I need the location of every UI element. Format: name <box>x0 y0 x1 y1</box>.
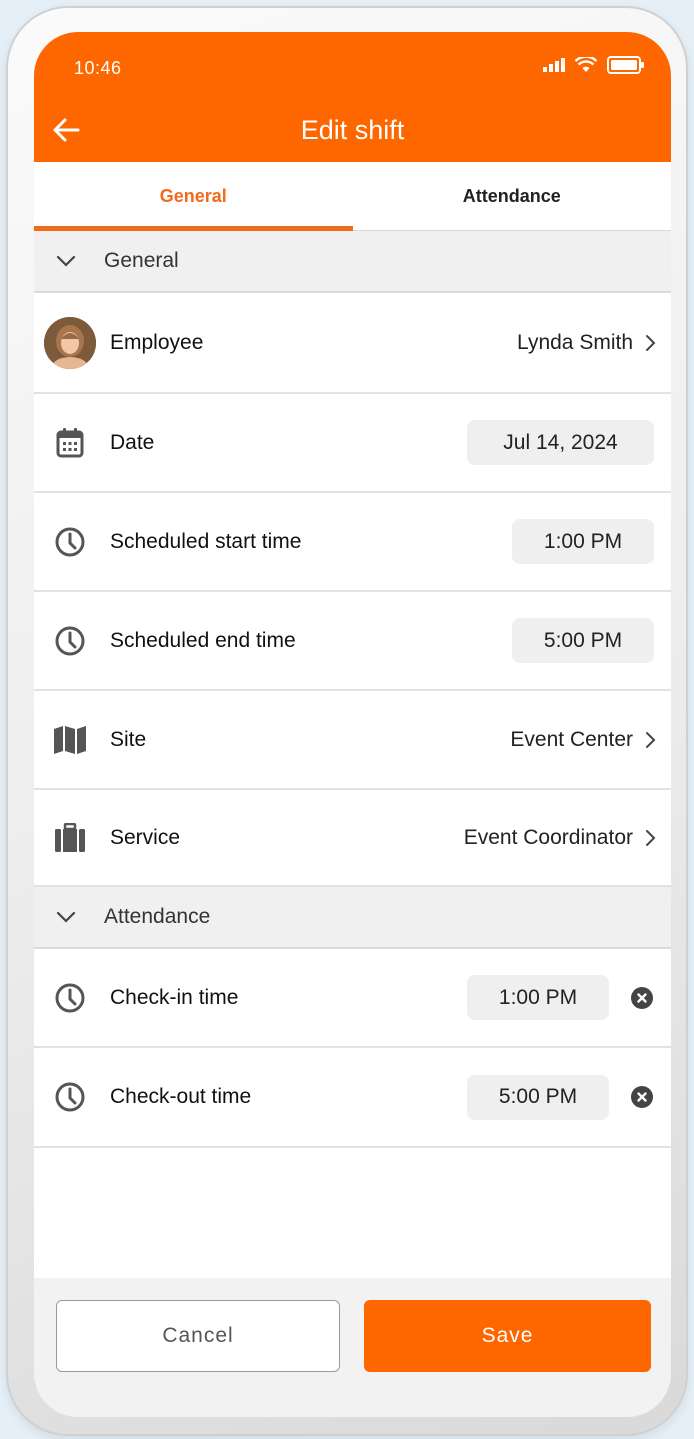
employee-value: Lynda Smith <box>517 330 633 354</box>
end-time-picker[interactable]: 5:00 PM <box>512 618 654 663</box>
footer-actions: Cancel Save <box>34 1278 671 1417</box>
section-attendance-label: Attendance <box>104 905 211 928</box>
clock-icon <box>52 980 88 1016</box>
service-row[interactable]: Service Event Coordinator <box>34 790 671 887</box>
briefcase-icon <box>52 820 88 856</box>
employee-label: Employee <box>110 330 204 354</box>
map-icon <box>52 722 88 758</box>
site-value: Event Center <box>510 727 633 751</box>
content-spacer <box>34 1148 671 1279</box>
end-time-row: Scheduled end time 5:00 PM <box>34 592 671 691</box>
employee-row[interactable]: Employee Lynda Smith <box>34 293 671 394</box>
cancel-button[interactable]: Cancel <box>56 1300 340 1372</box>
chevron-down-icon <box>56 910 76 924</box>
tab-general[interactable]: General <box>34 162 353 231</box>
close-circle-icon[interactable] <box>631 986 653 1009</box>
status-time: 10:46 <box>74 58 122 78</box>
close-circle-icon[interactable] <box>631 1086 653 1108</box>
app-screen: 10:46 Edit shift General Attendance Gene… <box>34 32 671 1417</box>
save-button[interactable]: Save <box>364 1300 651 1372</box>
checkout-label: Check-out time <box>110 1085 252 1108</box>
tab-bar: General Attendance <box>34 162 671 231</box>
signal-icon <box>543 58 565 77</box>
chevron-right-icon <box>645 334 657 352</box>
site-label: Site <box>110 727 147 751</box>
wifi-icon <box>574 55 598 78</box>
start-time-picker[interactable]: 1:00 PM <box>512 519 654 564</box>
chevron-right-icon <box>645 829 657 847</box>
tab-attendance[interactable]: Attendance <box>353 162 672 230</box>
chevron-right-icon <box>645 731 657 749</box>
checkin-row: Check-in time 1:00 PM <box>34 949 671 1048</box>
section-attendance-header[interactable]: Attendance <box>34 887 671 949</box>
status-icons <box>543 55 645 79</box>
clock-icon <box>52 524 88 560</box>
date-row: Date Jul 14, 2024 <box>34 394 671 493</box>
checkout-row: Check-out time 5:00 PM <box>34 1048 671 1148</box>
date-label: Date <box>110 430 155 454</box>
battery-icon <box>607 56 645 79</box>
clock-icon <box>52 1079 88 1115</box>
checkin-time-picker[interactable]: 1:00 PM <box>467 975 609 1020</box>
service-value: Event Coordinator <box>463 825 633 849</box>
section-general-label: General <box>104 249 179 272</box>
start-time-row: Scheduled start time 1:00 PM <box>34 493 671 592</box>
end-time-label: Scheduled end time <box>110 628 296 652</box>
calendar-icon <box>52 425 88 461</box>
chevron-down-icon <box>56 254 76 268</box>
service-label: Service <box>110 825 181 849</box>
avatar <box>44 316 96 369</box>
start-time-label: Scheduled start time <box>110 529 302 553</box>
site-row[interactable]: Site Event Center <box>34 691 671 790</box>
page-title: Edit shift <box>300 115 405 145</box>
date-picker[interactable]: Jul 14, 2024 <box>467 420 654 465</box>
checkin-label: Check-in time <box>110 985 239 1009</box>
checkout-time-picker[interactable]: 5:00 PM <box>467 1074 609 1120</box>
clock-icon <box>52 623 88 659</box>
app-header: 10:46 Edit shift <box>34 32 671 162</box>
section-general-header[interactable]: General <box>34 231 671 293</box>
